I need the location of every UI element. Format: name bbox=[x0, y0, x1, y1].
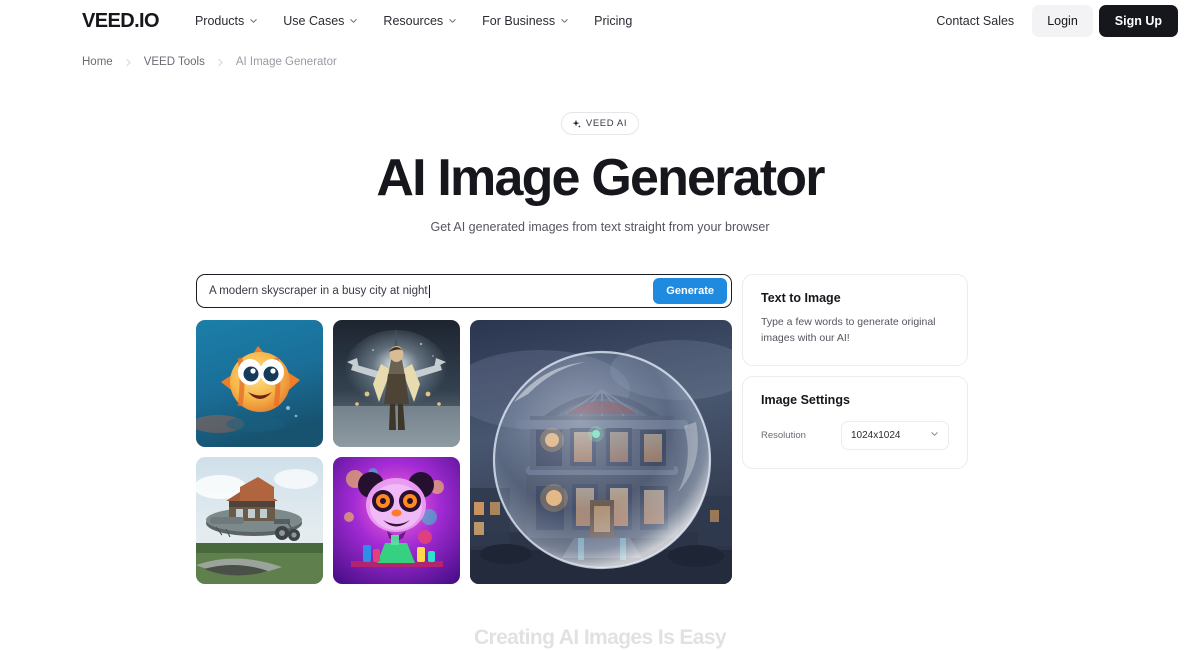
text-to-image-panel: Text to Image Type a few words to genera… bbox=[742, 274, 968, 366]
resolution-select-value: 1024x1024 bbox=[851, 429, 901, 441]
flying-steampunk-house-image bbox=[196, 457, 323, 585]
clownfish-image bbox=[196, 320, 323, 448]
page-subtitle: Get AI generated images from text straig… bbox=[430, 220, 770, 235]
contact-sales-link[interactable]: Contact Sales bbox=[924, 7, 1026, 35]
chevron-right-icon bbox=[125, 58, 132, 67]
breadcrumb: Home VEED Tools AI Image Generator bbox=[0, 42, 1200, 68]
resolution-label: Resolution bbox=[761, 429, 806, 441]
chevron-right-icon bbox=[217, 58, 224, 67]
result-thumbnail-flying-house[interactable] bbox=[196, 457, 323, 585]
page-title: AI Image Generator bbox=[376, 149, 825, 207]
breadcrumb-item-home[interactable]: Home bbox=[82, 56, 113, 68]
text-to-image-description: Type a few words to generate original im… bbox=[761, 316, 936, 345]
hero-section: VEED AI AI Image Generator Get AI genera… bbox=[0, 68, 1200, 234]
veed-logo[interactable]: VEED.IO bbox=[82, 10, 160, 33]
generate-button[interactable]: Generate bbox=[653, 278, 727, 305]
resolution-select[interactable]: 1024x1024 bbox=[841, 420, 949, 450]
breadcrumb-item-current: AI Image Generator bbox=[235, 56, 337, 68]
nav-item-products-label: Products bbox=[194, 14, 245, 28]
neon-panda-scientist-image bbox=[333, 457, 460, 585]
result-thumbnail-clownfish[interactable] bbox=[196, 320, 323, 448]
main-nav: Products Use Cases Resources For Busines… bbox=[195, 14, 632, 28]
thumbnail-grid bbox=[196, 320, 460, 585]
nav-item-use-cases[interactable]: Use Cases bbox=[283, 14, 358, 28]
settings-sidebar: Text to Image Type a few words to genera… bbox=[742, 274, 968, 469]
nav-item-for-business[interactable]: For Business bbox=[482, 14, 568, 28]
chevron-down-icon bbox=[249, 16, 257, 24]
nav-item-resources[interactable]: Resources bbox=[383, 14, 456, 28]
nav-actions: Contact Sales Login Sign Up bbox=[924, 5, 1178, 37]
veed-ai-badge[interactable]: VEED AI bbox=[560, 112, 640, 135]
next-section-heading: Creating AI Images Is Easy bbox=[473, 626, 727, 649]
chevron-down-icon bbox=[560, 16, 568, 24]
nav-item-for-business-label: For Business bbox=[482, 14, 556, 28]
result-thumbnail-warrior[interactable] bbox=[333, 320, 460, 448]
fantasy-warrior-image bbox=[333, 320, 460, 448]
chevron-down-icon bbox=[930, 429, 939, 441]
chevron-down-icon bbox=[349, 16, 358, 24]
nav-item-use-cases-label: Use Cases bbox=[283, 14, 345, 28]
results-grid bbox=[196, 320, 732, 585]
nav-item-pricing[interactable]: Pricing bbox=[594, 14, 632, 28]
text-caret bbox=[428, 284, 430, 298]
top-navbar: VEED.IO Products Use Cases Resources For… bbox=[0, 0, 1200, 42]
generator-left-column: A modern skyscraper in a busy city at ni… bbox=[196, 274, 732, 585]
login-button[interactable]: Login bbox=[1032, 5, 1093, 37]
nav-item-pricing-label: Pricing bbox=[594, 14, 633, 28]
resolution-setting-row: Resolution 1024x1024 bbox=[761, 420, 949, 450]
veed-ai-badge-label: VEED AI bbox=[585, 118, 628, 129]
image-settings-panel: Image Settings Resolution 1024x1024 bbox=[742, 375, 968, 469]
nav-item-products[interactable]: Products bbox=[195, 14, 257, 28]
text-to-image-title: Text to Image bbox=[761, 291, 841, 306]
generator-workspace: A modern skyscraper in a busy city at ni… bbox=[0, 274, 1200, 585]
breadcrumb-item-veed-tools[interactable]: VEED Tools bbox=[144, 56, 205, 68]
result-thumbnail-neon-panda[interactable] bbox=[333, 457, 460, 585]
signup-button[interactable]: Sign Up bbox=[1098, 5, 1178, 37]
prompt-input[interactable]: A modern skyscraper in a busy city at ni… bbox=[209, 284, 653, 298]
chevron-down-icon bbox=[448, 16, 456, 24]
image-settings-title: Image Settings bbox=[761, 392, 850, 407]
featured-result-image[interactable] bbox=[470, 320, 732, 585]
bubble-house-image bbox=[470, 320, 732, 585]
sparkle-icon bbox=[571, 119, 581, 129]
prompt-bar[interactable]: A modern skyscraper in a busy city at ni… bbox=[196, 274, 732, 309]
prompt-input-value: A modern skyscraper in a busy city at ni… bbox=[209, 285, 428, 298]
nav-item-resources-label: Resources bbox=[383, 14, 444, 28]
